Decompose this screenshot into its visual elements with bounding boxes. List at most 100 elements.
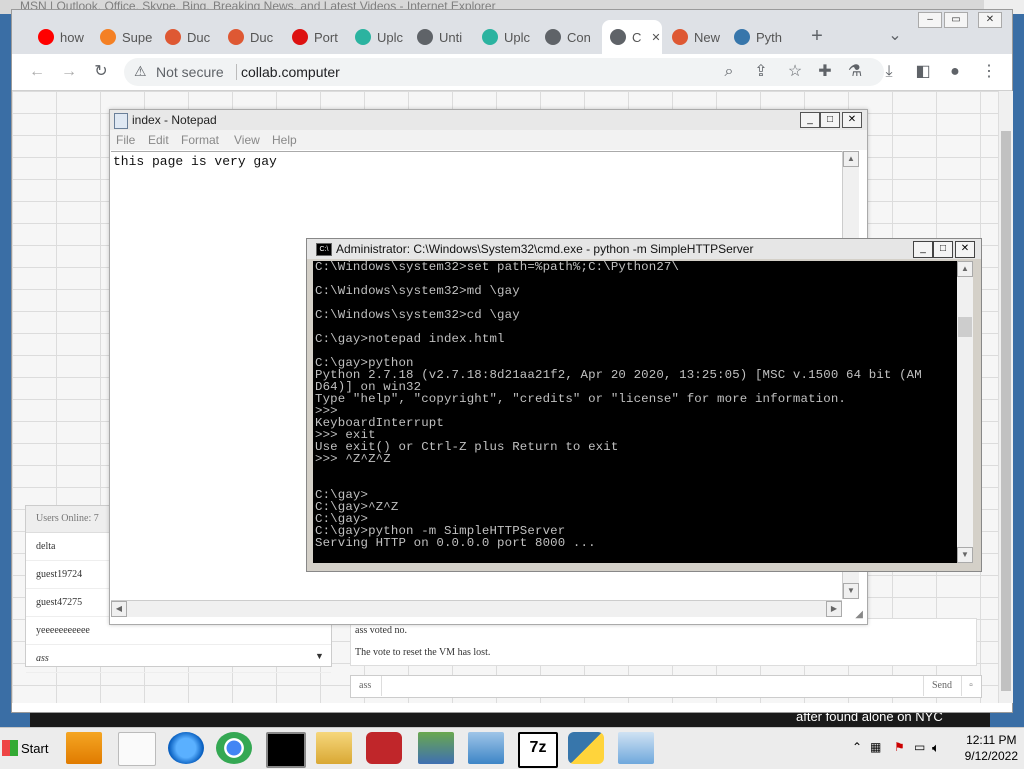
menu-view[interactable]: View bbox=[234, 133, 260, 147]
tab-label: C bbox=[632, 29, 642, 45]
new-tab-button[interactable]: + bbox=[808, 26, 826, 46]
minimize-button[interactable]: – bbox=[918, 12, 942, 28]
cmd-output-line bbox=[313, 477, 957, 489]
page-scrollbar-thumb[interactable] bbox=[1001, 131, 1011, 691]
tab-search-button[interactable]: ⌄ bbox=[886, 27, 904, 45]
red-robot-taskbar-icon[interactable] bbox=[366, 732, 402, 764]
cmd-scrollbar-thumb[interactable] bbox=[958, 317, 972, 337]
page-scrollbar[interactable] bbox=[998, 91, 1013, 703]
chat-message: The vote to reset the VM has lost. bbox=[355, 647, 491, 658]
tab-favicon-icon bbox=[228, 29, 244, 45]
resize-grip-icon[interactable]: ◢ bbox=[855, 609, 863, 620]
menu-edit[interactable]: Edit bbox=[148, 133, 169, 147]
installer-taskbar-icon[interactable] bbox=[468, 732, 504, 764]
menu-help[interactable]: Help bbox=[272, 133, 297, 147]
forward-arrow-icon[interactable]: → bbox=[60, 63, 78, 81]
notepad-titlebar[interactable]: index - Notepad _ □ ✕ bbox=[110, 110, 867, 130]
user-list-item[interactable]: ass bbox=[26, 645, 331, 673]
tab-4[interactable]: Port bbox=[284, 20, 344, 54]
download-icon[interactable]: ⤓ bbox=[880, 63, 898, 81]
share-icon[interactable]: ⇪ bbox=[752, 63, 770, 81]
chat-send-button[interactable]: Send bbox=[923, 676, 960, 696]
cmd-taskbar-icon[interactable] bbox=[266, 732, 306, 768]
cmd-output-line: C:\gay>^Z^Z bbox=[315, 500, 399, 514]
not-secure-label[interactable]: Not secure bbox=[156, 64, 224, 80]
cmd-output-line: Serving HTTP on 0.0.0.0 port 8000 ... bbox=[315, 536, 596, 550]
zoom-icon[interactable]: ⌕ bbox=[720, 63, 738, 81]
notepad-maximize-button[interactable]: □ bbox=[820, 112, 840, 128]
tab-6[interactable]: Unti bbox=[409, 20, 469, 54]
maximize-button[interactable]: ▭ bbox=[944, 12, 968, 28]
users-dropdown-arrow-icon[interactable]: ▼ bbox=[315, 651, 324, 661]
document-taskbar-icon[interactable] bbox=[118, 732, 156, 766]
notepad-horizontal-scrollbar[interactable]: ◀ ▶ bbox=[111, 600, 842, 617]
system-tray: ⌃ ▦ ⚑ ▭ 🔈︎ 12:11 PM 9/12/2022 bbox=[848, 728, 1024, 769]
chrome-taskbar-icon[interactable] bbox=[216, 732, 252, 764]
extensions-icon[interactable]: ✚ bbox=[816, 63, 834, 81]
address-bar[interactable]: ⚠ Not secure collab.computer ⌕ ⇪ ☆ bbox=[124, 58, 884, 86]
tab-2[interactable]: Duc bbox=[157, 20, 217, 54]
start-label: Start bbox=[21, 740, 49, 756]
start-button[interactable]: Start bbox=[2, 732, 54, 764]
scroll-down-arrow-icon[interactable]: ▼ bbox=[843, 583, 859, 599]
tab-3[interactable]: Duc bbox=[220, 20, 280, 54]
url-text[interactable]: collab.computer bbox=[241, 64, 340, 80]
close-window-button[interactable]: ✕ bbox=[978, 12, 1002, 28]
chat-message: ass voted no. bbox=[355, 625, 407, 636]
notepad-taskbar-icon[interactable] bbox=[618, 732, 654, 764]
tray-display-icon[interactable]: ▭ bbox=[914, 740, 925, 754]
warning-icon[interactable]: ⚠ bbox=[134, 63, 147, 80]
scroll-right-arrow-icon[interactable]: ▶ bbox=[826, 601, 842, 617]
notepad-minimize-button[interactable]: _ bbox=[800, 112, 820, 128]
cmd-app-icon: C:\ bbox=[316, 243, 332, 256]
cmd-scroll-up-arrow-icon[interactable]: ▲ bbox=[957, 261, 973, 277]
tab-8[interactable]: Con bbox=[537, 20, 597, 54]
chat-username-field[interactable]: ass bbox=[359, 680, 371, 691]
cmd-close-button[interactable]: ✕ bbox=[955, 241, 975, 258]
reload-icon[interactable]: ↻ bbox=[92, 63, 110, 81]
menu-kebab-icon[interactable]: ⋮ bbox=[980, 63, 998, 81]
cmd-maximize-button[interactable]: □ bbox=[933, 241, 953, 258]
menu-file[interactable]: File bbox=[116, 133, 135, 147]
cmd-minimize-button[interactable]: _ bbox=[913, 241, 933, 258]
tab-label: Port bbox=[314, 29, 338, 45]
tab-favicon-icon bbox=[417, 29, 433, 45]
clock[interactable]: 12:11 PM 9/12/2022 bbox=[965, 732, 1018, 764]
cmd-scroll-down-arrow-icon[interactable]: ▼ bbox=[957, 547, 973, 563]
scroll-up-arrow-icon[interactable]: ▲ bbox=[843, 151, 859, 167]
tab-9[interactable]: C ✕ bbox=[602, 20, 662, 54]
lab-flask-icon[interactable]: ⚗ bbox=[846, 63, 864, 81]
cmd-titlebar[interactable]: C:\ Administrator: C:\Windows\System32\c… bbox=[307, 239, 981, 259]
7zip-taskbar-icon[interactable]: 7z bbox=[518, 732, 558, 768]
cmd-scrollbar[interactable]: ▲ ▼ bbox=[957, 261, 973, 563]
tab-favicon-icon bbox=[545, 29, 561, 45]
tab-1[interactable]: Supe bbox=[92, 20, 155, 54]
menu-format[interactable]: Format bbox=[181, 133, 219, 147]
tab-5[interactable]: Uplc bbox=[347, 20, 407, 54]
cmd-console-output[interactable]: C:\Windows\system32>set path=%path%;C:\P… bbox=[313, 261, 957, 563]
notepad-close-button[interactable]: ✕ bbox=[842, 112, 862, 128]
cmd-output-line: >>> ^Z^Z^Z bbox=[315, 452, 391, 466]
python-taskbar-icon[interactable] bbox=[568, 732, 604, 764]
tray-volume-icon[interactable]: 🔈︎ bbox=[932, 740, 940, 756]
bookmark-star-icon[interactable]: ☆ bbox=[786, 63, 804, 81]
back-arrow-icon[interactable]: ← bbox=[28, 63, 46, 81]
tab-10[interactable]: New bbox=[664, 20, 722, 54]
tab-0[interactable]: how bbox=[30, 20, 88, 54]
scroll-left-arrow-icon[interactable]: ◀ bbox=[111, 601, 127, 617]
tray-action-center-icon[interactable]: ⚑ bbox=[894, 740, 905, 754]
tab-7[interactable]: Uplc bbox=[474, 20, 534, 54]
tab-11[interactable]: Pyth bbox=[726, 20, 792, 54]
tab-label: Uplc bbox=[377, 29, 404, 45]
internet-explorer-taskbar-icon[interactable] bbox=[168, 732, 204, 764]
tray-expand-icon[interactable]: ⌃ bbox=[852, 740, 862, 754]
tab-close-icon[interactable]: ✕ bbox=[651, 31, 660, 44]
profile-avatar-icon[interactable]: ● bbox=[946, 63, 964, 81]
chat-message-input[interactable] bbox=[381, 676, 922, 696]
chat-options-button[interactable]: ▫ bbox=[961, 676, 980, 696]
tray-network-icon[interactable]: ▦ bbox=[870, 740, 881, 754]
side-panel-icon[interactable]: ◧ bbox=[914, 63, 932, 81]
media-player-taskbar-icon[interactable] bbox=[66, 732, 102, 764]
file-explorer-taskbar-icon[interactable] bbox=[316, 732, 352, 764]
computer-taskbar-icon[interactable] bbox=[418, 732, 454, 764]
